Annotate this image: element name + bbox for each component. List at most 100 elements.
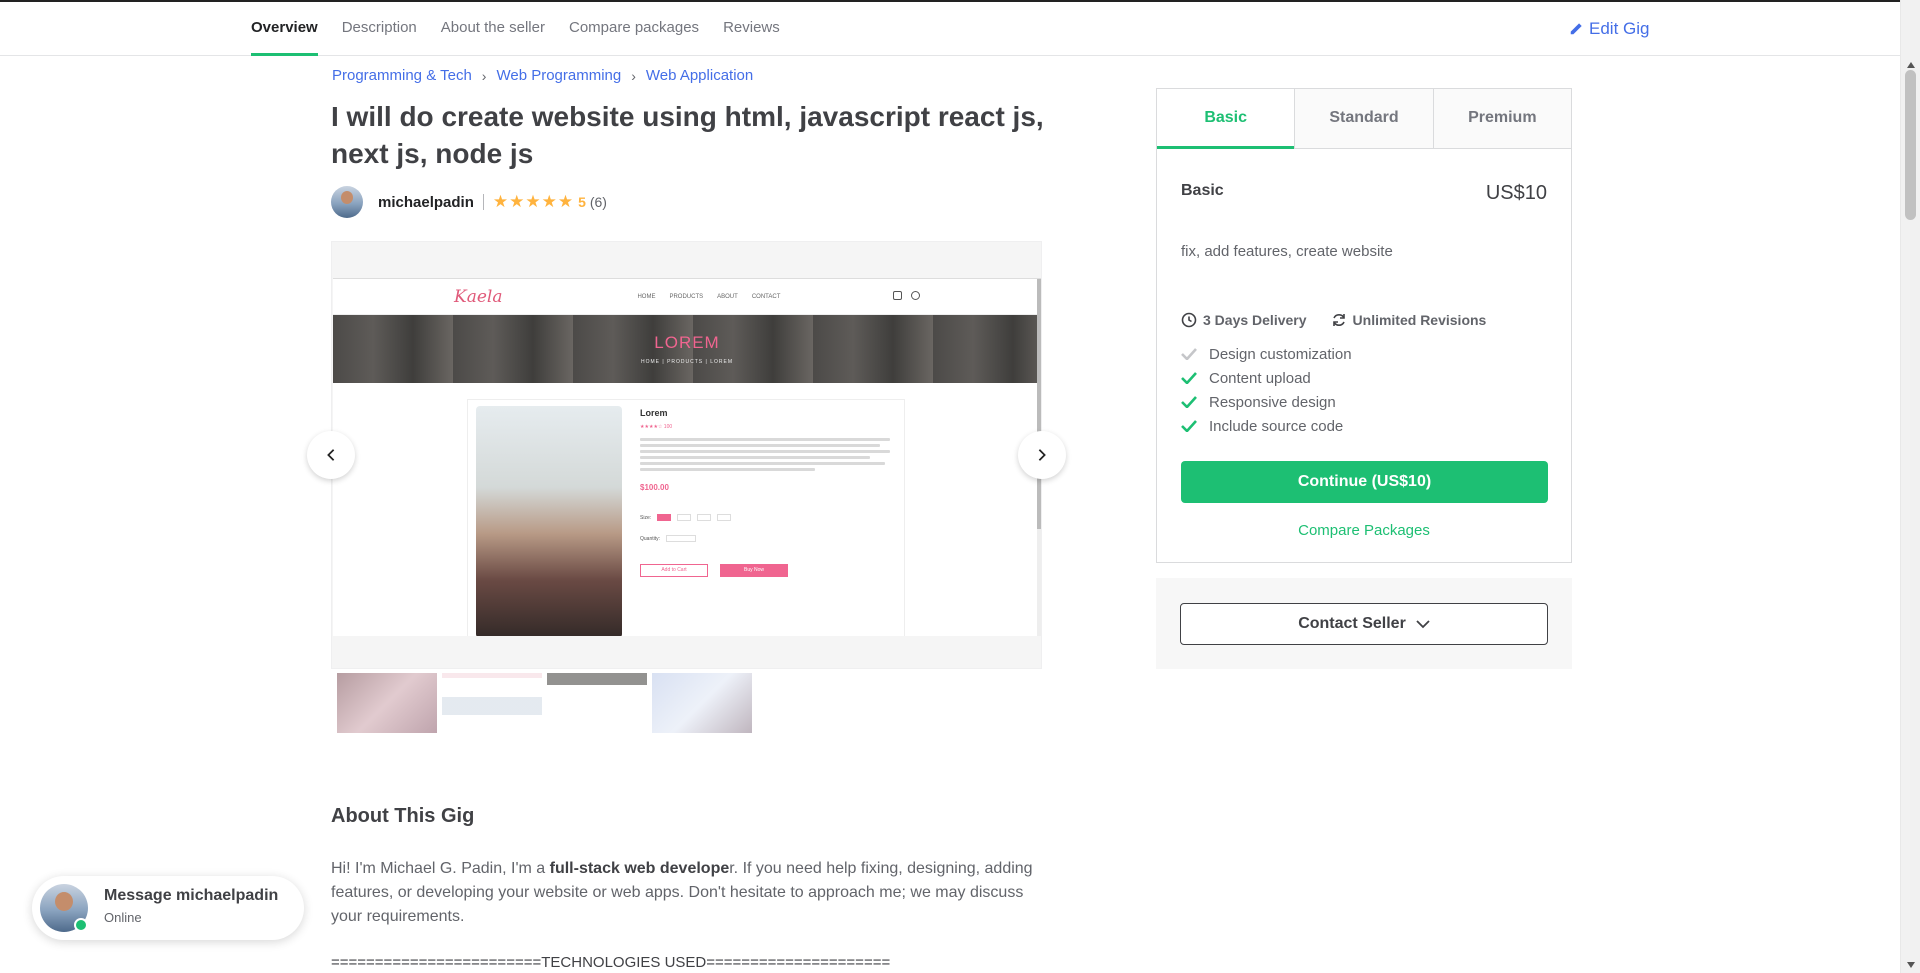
about-gig-title: About This Gig <box>331 805 475 827</box>
preview-add-to-cart: Add to Cart <box>640 564 708 577</box>
chevron-right-icon <box>1038 449 1046 461</box>
preview-hero-title: LOREM <box>654 333 720 352</box>
preview-size-option <box>657 514 672 521</box>
gallery-thumbnail[interactable] <box>547 673 647 733</box>
gallery-next-button[interactable] <box>1018 431 1066 479</box>
preview-quantity-stepper <box>666 535 697 542</box>
preview-nav-link: PRODUCTS <box>669 293 704 300</box>
check-icon <box>1181 372 1197 384</box>
revisions-label: Unlimited Revisions <box>1352 312 1487 328</box>
preview-size-options: Size: <box>640 514 890 521</box>
contact-seller-panel: Contact Seller <box>1156 578 1572 669</box>
chat-status: Online <box>104 910 142 925</box>
breadcrumb: Programming & Tech › Web Programming › W… <box>332 67 753 84</box>
package-feature: Responsive design <box>1181 390 1547 414</box>
package-features: Design customization Content upload Resp… <box>1181 342 1547 438</box>
preview-nav-link: CONTACT <box>751 293 781 300</box>
breadcrumb-web-programming[interactable]: Web Programming <box>496 67 621 84</box>
contact-seller-button[interactable]: Contact Seller <box>1180 603 1548 645</box>
section-tabs: Overview Description About the seller Co… <box>251 2 804 56</box>
preview-product-stars: ★★★★☆ 100 <box>640 424 673 430</box>
seller-avatar[interactable] <box>331 186 363 218</box>
preview-product-info: Lorem ★★★★☆ 100 $100.00 Size: Quantity: … <box>640 408 890 577</box>
package-feature-label: Include source code <box>1209 417 1344 435</box>
package-header: Basic US$10 <box>1181 182 1547 205</box>
package-tab-premium[interactable]: Premium <box>1432 89 1571 149</box>
preview-navbar: Kaela HOME PRODUCTS ABOUT CONTACT <box>333 279 1041 315</box>
preview-hero-breadcrumb: HOME | PRODUCTS | LOREM <box>641 359 733 365</box>
package-price: US$10 <box>1485 182 1547 204</box>
breadcrumb-programming-tech[interactable]: Programming & Tech <box>332 67 472 84</box>
scroll-down-arrow-icon[interactable] <box>1907 962 1915 968</box>
check-icon <box>1181 420 1197 432</box>
package-tab-basic[interactable]: Basic <box>1157 89 1295 149</box>
check-icon <box>1181 348 1197 360</box>
package-card: Basic Standard Premium Basic US$10 fix, … <box>1156 88 1572 563</box>
preview-buttons: Add to Cart Buy Now <box>640 564 890 577</box>
preview-size-option <box>717 514 732 521</box>
tab-overview[interactable]: Overview <box>251 2 318 56</box>
contact-seller-label: Contact Seller <box>1298 615 1406 632</box>
preview-product-name: Lorem <box>640 408 668 418</box>
gallery-main-image: Kaela HOME PRODUCTS ABOUT CONTACT LOREM … <box>333 278 1041 636</box>
delivery-label: 3 Days Delivery <box>1203 312 1307 328</box>
package-name: Basic <box>1181 182 1224 199</box>
cart-icon <box>893 291 902 300</box>
preview-quantity-label: Quantity: <box>640 535 661 542</box>
preview-product-description <box>640 438 890 471</box>
user-icon <box>911 291 920 300</box>
message-seller-widget[interactable]: Message michaelpadin Online <box>32 876 304 940</box>
package-feature: Design customization <box>1181 342 1547 366</box>
clock-icon <box>1181 312 1197 328</box>
package-tabs: Basic Standard Premium <box>1157 89 1571 149</box>
page-scrollbar[interactable] <box>1900 0 1920 973</box>
tab-about-seller[interactable]: About the seller <box>441 2 545 56</box>
preview-product-price: $100.00 <box>640 483 669 492</box>
tab-description[interactable]: Description <box>342 2 417 56</box>
about-intro-bold: full-stack web develope <box>549 860 730 877</box>
refresh-icon <box>1332 314 1345 326</box>
preview-size-option <box>697 514 712 521</box>
preview-size-option <box>677 514 692 521</box>
preview-buy-now: Buy Now <box>720 564 788 577</box>
preview-product-card: Lorem ★★★★☆ 100 $100.00 Size: Quantity: … <box>467 399 905 636</box>
gallery-thumbnail[interactable] <box>337 673 437 733</box>
gallery-thumbnail[interactable] <box>442 673 542 733</box>
preview-hero: LOREM HOME | PRODUCTS | LOREM <box>333 315 1041 383</box>
compare-packages-link[interactable]: Compare Packages <box>1181 522 1547 539</box>
gig-gallery: Kaela HOME PRODUCTS ABOUT CONTACT LOREM … <box>331 241 1042 669</box>
technologies-heading: ========================TECHNOLOGIES USE… <box>331 954 891 971</box>
scroll-up-arrow-icon[interactable] <box>1907 62 1915 68</box>
gallery-prev-button[interactable] <box>307 431 355 479</box>
tab-compare-packages[interactable]: Compare packages <box>569 2 699 56</box>
chevron-left-icon <box>327 449 335 461</box>
edit-gig-button[interactable]: Edit Gig <box>1569 19 1649 39</box>
package-description: fix, add features, create website <box>1181 243 1393 260</box>
package-tab-standard[interactable]: Standard <box>1294 89 1433 149</box>
package-body: Basic US$10 fix, add features, create we… <box>1157 182 1571 539</box>
rating-count[interactable]: (6) <box>590 194 607 210</box>
gallery-thumbnail[interactable] <box>652 673 752 733</box>
chevron-right-icon: › <box>631 67 636 84</box>
edit-gig-label: Edit Gig <box>1589 19 1650 38</box>
package-feature-label: Content upload <box>1209 369 1311 387</box>
tab-reviews[interactable]: Reviews <box>723 2 780 56</box>
seller-username[interactable]: michaelpadin <box>378 194 474 211</box>
sticky-nav-bar: Overview Description About the seller Co… <box>0 0 1900 56</box>
preview-nav-link: HOME <box>637 293 656 300</box>
preview-quantity: Quantity: <box>640 535 890 542</box>
preview-nav-link: ABOUT <box>717 293 738 300</box>
pencil-icon <box>1570 23 1582 35</box>
delivery-info: 3 Days Delivery <box>1181 312 1307 328</box>
revisions-info: Unlimited Revisions <box>1331 312 1487 328</box>
chat-title: Message michaelpadin <box>104 887 279 904</box>
check-icon <box>1181 396 1197 408</box>
chevron-down-icon <box>1416 620 1430 629</box>
preview-nav-links: HOME PRODUCTS ABOUT CONTACT <box>637 294 780 300</box>
breadcrumb-web-application[interactable]: Web Application <box>646 67 753 84</box>
scroll-thumb[interactable] <box>1905 70 1916 220</box>
continue-button[interactable]: Continue (US$10) <box>1181 461 1548 503</box>
rating-score: 5 <box>578 194 586 210</box>
package-feature-label: Responsive design <box>1209 393 1336 411</box>
gig-title: I will do create website using html, jav… <box>331 101 1044 169</box>
